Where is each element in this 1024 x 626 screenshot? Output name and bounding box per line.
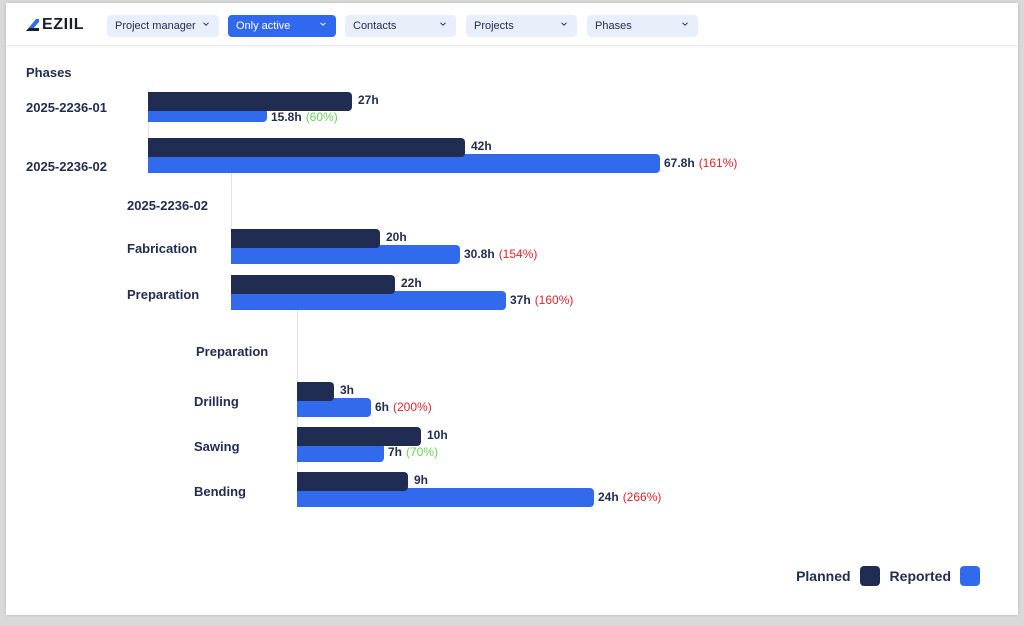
reported-hours: 24h <box>598 490 619 504</box>
bar-planned[interactable] <box>148 92 352 111</box>
category-label: Fabrication <box>127 241 198 256</box>
reported-percent: (160%) <box>534 293 574 307</box>
legend-label-reported: Reported <box>889 568 951 584</box>
planned-value-label: 3h <box>340 383 355 397</box>
legend-label-planned: Planned <box>796 568 851 584</box>
reported-hours: 15.8h <box>271 110 302 124</box>
reported-hours: 67.8h <box>664 156 695 170</box>
reported-value-label: 24h (266%) <box>598 490 661 504</box>
legend-swatch-reported <box>960 566 980 586</box>
bar-planned[interactable] <box>231 275 395 294</box>
category-label: 2025-2236-02 <box>26 159 107 174</box>
planned-value-label: 10h <box>427 428 448 442</box>
reported-percent: (60%) <box>305 110 338 124</box>
category-label: 2025-2236-01 <box>26 100 107 115</box>
reported-hours: 7h <box>388 445 403 459</box>
bar-planned[interactable] <box>231 229 380 248</box>
reported-percent: (70%) <box>406 445 439 459</box>
category-label: Drilling <box>194 394 239 409</box>
planned-value-label: 20h <box>386 230 407 244</box>
planned-value-label: 42h <box>471 139 492 153</box>
bar-planned[interactable] <box>297 382 334 401</box>
reported-value-label: 15.8h (60%) <box>271 110 338 124</box>
planned-value-label: 9h <box>414 473 429 487</box>
category-label: Sawing <box>194 439 240 454</box>
planned-value-label: 22h <box>401 276 422 290</box>
reported-percent: (161%) <box>698 156 738 170</box>
reported-value-label: 67.8h (161%) <box>664 156 737 170</box>
dashboard-frame: EZIIL Project manager Only active Contac… <box>6 3 1018 615</box>
chart-legend: Planned Reported <box>796 566 980 586</box>
reported-hours: 37h <box>510 293 531 307</box>
reported-value-label: 6h (200%) <box>375 400 432 414</box>
reported-percent: (154%) <box>498 247 538 261</box>
group-title: Phases <box>26 65 72 80</box>
planned-value-label: 27h <box>358 93 379 107</box>
category-label: Preparation <box>127 287 200 302</box>
reported-value-label: 7h (70%) <box>388 445 438 459</box>
bar-planned[interactable] <box>148 138 465 157</box>
reported-hours: 6h <box>375 400 390 414</box>
reported-percent: (266%) <box>622 490 662 504</box>
reported-value-label: 37h (160%) <box>510 293 573 307</box>
group-title: Preparation <box>196 344 269 359</box>
reported-percent: (200%) <box>393 400 432 414</box>
reported-value-label: 30.8h (154%) <box>464 247 537 261</box>
phases-hours-chart: Phases 2025-2236-01 27h 15.8h (60%) 2025-2236… <box>6 3 1018 615</box>
category-label: Bending <box>194 484 246 499</box>
bar-planned[interactable] <box>297 427 421 446</box>
reported-hours: 30.8h <box>464 247 495 261</box>
legend-swatch-planned <box>859 566 880 586</box>
group-title: 2025-2236-02 <box>127 198 208 213</box>
bar-planned[interactable] <box>297 472 408 491</box>
